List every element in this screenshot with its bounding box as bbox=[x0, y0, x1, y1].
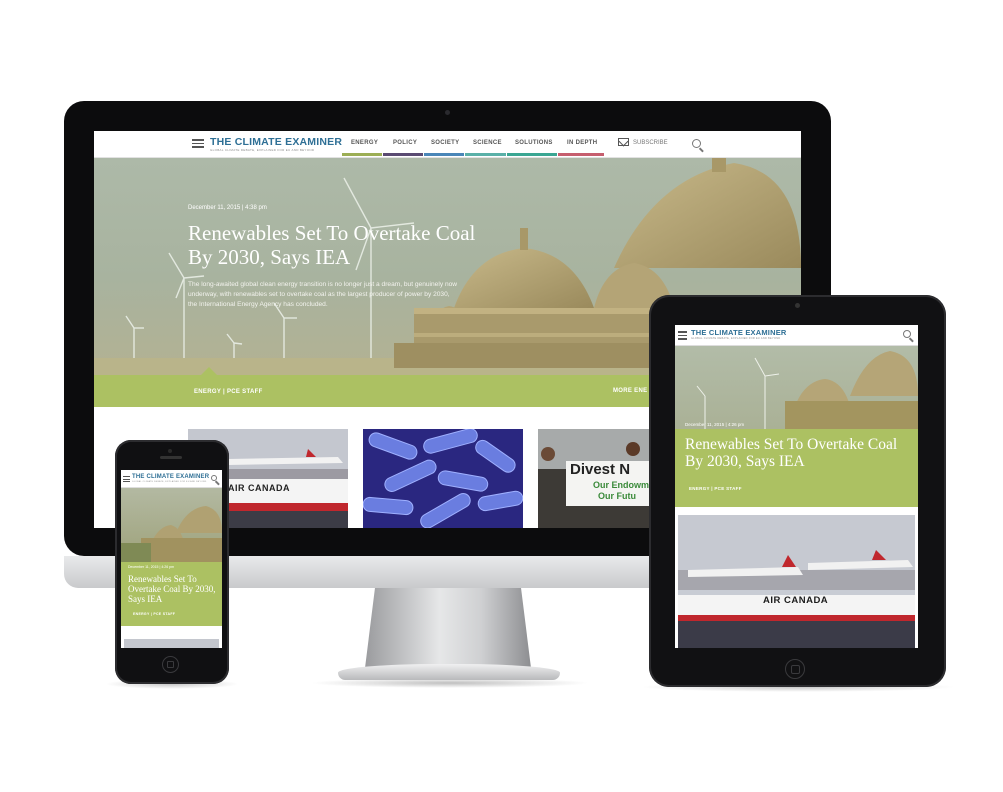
hero-title[interactable]: Renewables Set To Overtake Coal By 2030,… bbox=[188, 221, 488, 269]
category-byline[interactable]: ENERGY | PCE STAFF bbox=[194, 389, 263, 395]
nav-science[interactable]: SCIENCE bbox=[473, 140, 502, 146]
phone-hero-title[interactable]: Renewables Set To Overtake Coal By 2030,… bbox=[128, 574, 220, 604]
tablet-site-logo[interactable]: THE CLIMATE EXAMINER bbox=[691, 328, 787, 337]
tablet-hero-image[interactable] bbox=[675, 346, 918, 429]
airplane-livery-text: AIR CANADA bbox=[228, 483, 290, 493]
tablet-hamburger-icon[interactable] bbox=[678, 331, 687, 340]
tablet-palace-illustration bbox=[696, 351, 918, 429]
phone-palace-illustration bbox=[121, 506, 222, 562]
hamburger-menu-icon[interactable] bbox=[192, 139, 204, 148]
bacteria-illustration bbox=[363, 429, 523, 528]
tablet-site-header: THE CLIMATE EXAMINER GLOBAL CLIMATE DEBA… bbox=[675, 325, 918, 346]
phone-site-header: THE CLIMATE EXAMINER GLOBAL CLIMATE DEBA… bbox=[121, 470, 222, 488]
phone-camera-icon bbox=[168, 449, 172, 453]
monitor-camera-icon bbox=[445, 110, 450, 115]
tablet-thumbnail-airplane[interactable]: AIR CANADA bbox=[678, 515, 915, 648]
monitor-stand-base bbox=[338, 664, 560, 680]
hero-description: The long-awaited global clean energy tra… bbox=[188, 281, 458, 309]
band-notch bbox=[200, 367, 218, 376]
nav-society[interactable]: SOCIETY bbox=[431, 140, 459, 146]
more-link[interactable]: MORE ENE bbox=[613, 388, 647, 394]
tablet-airplane-illustration bbox=[678, 515, 915, 648]
phone-home-button[interactable] bbox=[162, 656, 179, 673]
tablet-screen: THE CLIMATE EXAMINER GLOBAL CLIMATE DEBA… bbox=[675, 325, 918, 648]
phone-hero-image[interactable] bbox=[121, 488, 222, 562]
nav-science-underline bbox=[465, 153, 506, 156]
search-icon[interactable] bbox=[692, 139, 701, 148]
phone-byline[interactable]: ENERGY | PCE STAFF bbox=[133, 612, 175, 616]
tablet-camera-icon bbox=[795, 303, 800, 308]
monitor-stand bbox=[365, 588, 531, 668]
site-logo[interactable]: THE CLIMATE EXAMINER bbox=[210, 136, 342, 148]
protest-sign-subtext-2: Our Futu bbox=[598, 491, 636, 501]
nav-policy[interactable]: POLICY bbox=[393, 140, 417, 146]
tablet-byline[interactable]: ENERGY | PCE STAFF bbox=[689, 486, 742, 491]
subscribe-link[interactable]: SUBSCRIBE bbox=[633, 140, 668, 146]
phone-hamburger-icon[interactable] bbox=[123, 476, 130, 485]
protest-sign-text: Divest N bbox=[570, 461, 631, 478]
site-tagline: GLOBAL CLIMATE DEBATE, EXPLAINED FOR EU … bbox=[210, 148, 315, 152]
phone-hero-date: December 11, 2015 | 4:26 pm bbox=[128, 565, 174, 569]
hero-date: December 11, 2015 | 4:38 pm bbox=[188, 205, 267, 211]
phone-site-logo[interactable]: THE CLIMATE EXAMINER bbox=[132, 474, 209, 480]
envelope-icon[interactable] bbox=[618, 138, 629, 146]
tablet-hero-date: December 11, 2015 | 4:26 pm bbox=[685, 422, 745, 427]
phone-thumbnail-preview[interactable] bbox=[124, 639, 219, 648]
nav-society-underline bbox=[424, 153, 464, 156]
phone-screen: THE CLIMATE EXAMINER GLOBAL CLIMATE DEBA… bbox=[121, 470, 222, 648]
phone-site-tagline: GLOBAL CLIMATE DEBATE, EXPLAINED FOR EU … bbox=[132, 481, 207, 483]
tablet-site-tagline: GLOBAL CLIMATE DEBATE, EXPLAINED FOR EU … bbox=[691, 337, 781, 340]
tablet-airplane-livery-text: AIR CANADA bbox=[763, 595, 829, 606]
thumbnail-protest[interactable]: Divest N Our Endowm Our Futu bbox=[538, 429, 653, 528]
protest-illustration bbox=[538, 429, 653, 528]
thumbnail-bacteria[interactable] bbox=[363, 429, 523, 528]
nav-policy-underline bbox=[383, 153, 423, 156]
phone-speaker bbox=[160, 456, 182, 459]
nav-solutions-underline bbox=[507, 153, 557, 156]
nav-solutions[interactable]: SOLUTIONS bbox=[515, 140, 553, 146]
tablet-home-button[interactable] bbox=[785, 659, 805, 679]
tablet-hero-title[interactable]: Renewables Set To Overtake Coal By 2030,… bbox=[685, 436, 910, 471]
nav-in-depth-underline bbox=[558, 153, 604, 156]
site-header: THE CLIMATE EXAMINER GLOBAL CLIMATE DEBA… bbox=[94, 131, 801, 158]
nav-energy-underline bbox=[342, 153, 382, 156]
nav-energy[interactable]: ENERGY bbox=[351, 140, 378, 146]
tablet-search-icon[interactable] bbox=[903, 330, 911, 338]
nav-in-depth[interactable]: IN DEPTH bbox=[567, 140, 597, 146]
phone-search-icon[interactable] bbox=[211, 475, 217, 481]
protest-sign-subtext-1: Our Endowm bbox=[593, 480, 649, 490]
